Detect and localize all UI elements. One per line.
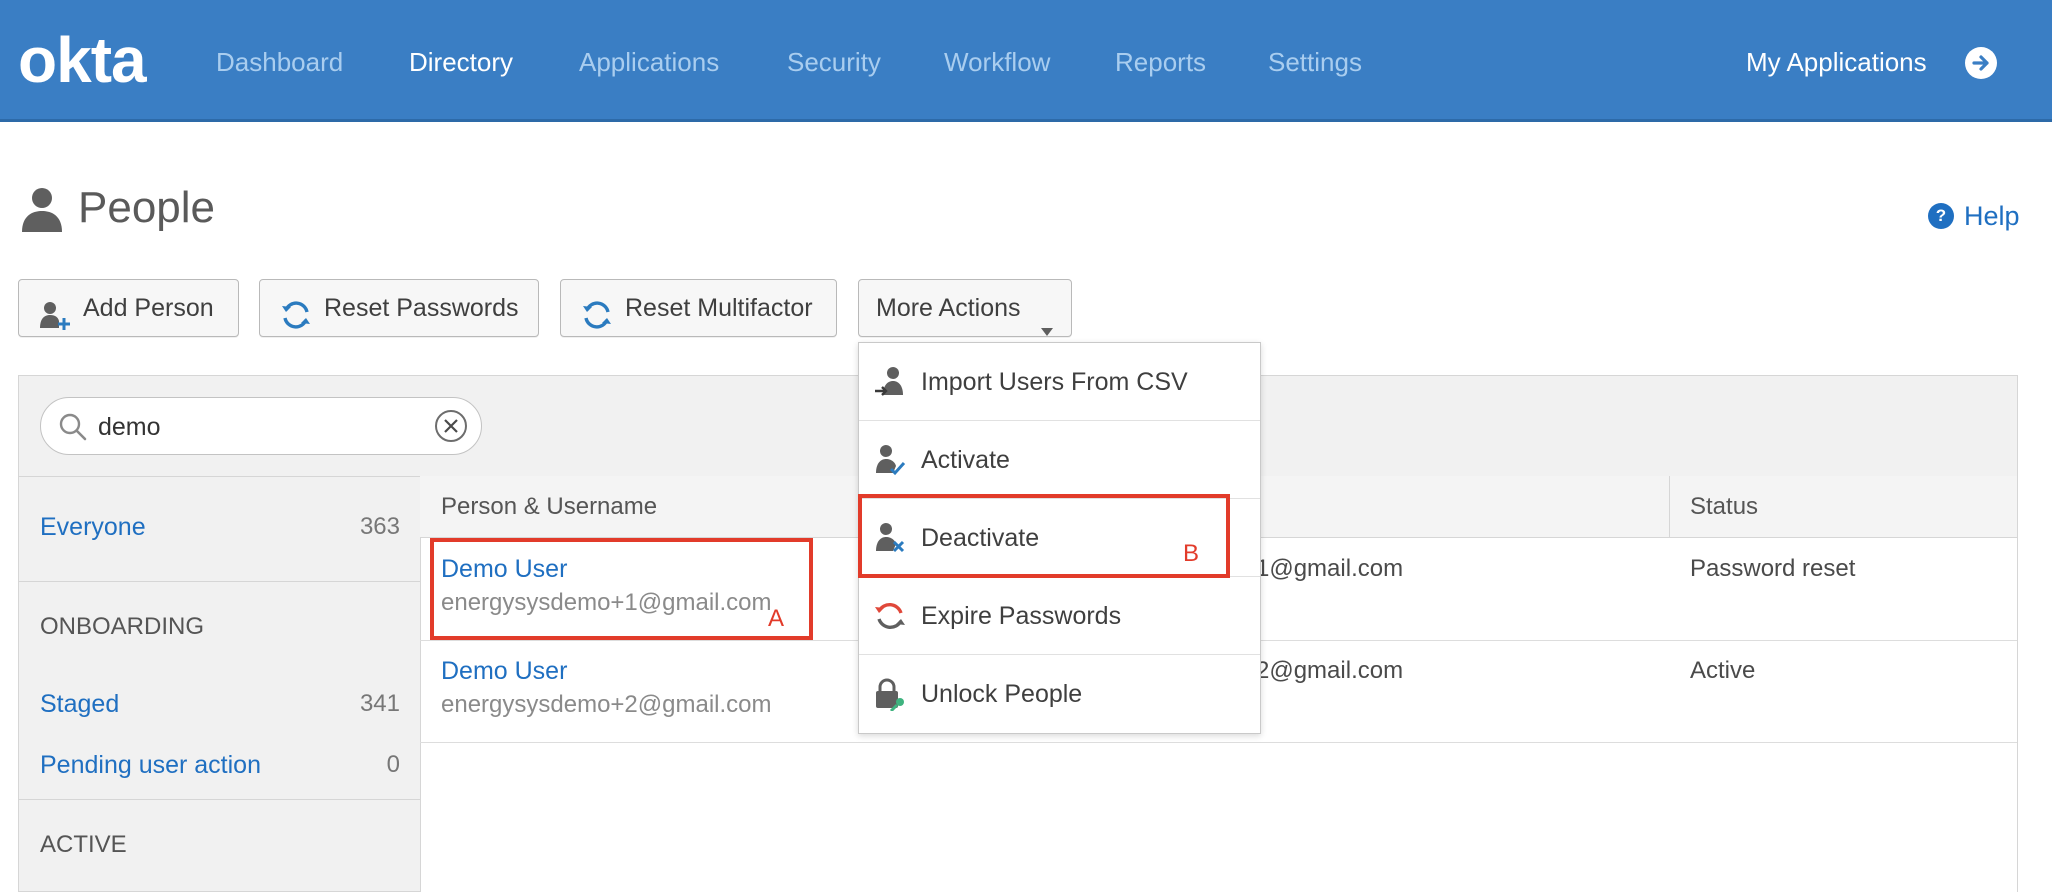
caret-down-icon [1039, 302, 1055, 336]
nav-dashboard[interactable]: Dashboard [216, 44, 343, 80]
sidebar-heading-active: ACTIVE [40, 831, 127, 858]
more-actions-button[interactable]: More Actions [858, 279, 1072, 337]
arrow-right-circle-icon[interactable] [1965, 47, 1997, 79]
annotation-label-b: B [1183, 540, 1200, 567]
column-divider [1669, 476, 1670, 538]
refresh-icon [280, 294, 312, 329]
annotation-box-b [858, 494, 1230, 578]
nav-security[interactable]: Security [787, 44, 881, 80]
nav-workflow[interactable]: Workflow [944, 44, 1050, 80]
unlock-icon [873, 677, 907, 713]
annotation-box-a [430, 538, 813, 640]
okta-logo[interactable]: okta [18, 24, 147, 96]
row-2-username: energysysdemo+2@gmail.com [441, 691, 772, 718]
reset-passwords-label: Reset Passwords [324, 294, 519, 322]
menu-item-unlock-people[interactable]: Unlock People [859, 655, 1260, 733]
reset-multifactor-button[interactable]: Reset Multifactor [560, 279, 837, 337]
nav-directory[interactable]: Directory [409, 44, 513, 80]
sidebar-divider [18, 581, 420, 582]
search-input[interactable] [96, 409, 420, 445]
sidebar-divider [18, 476, 420, 477]
menu-item-expire-passwords[interactable]: Expire Passwords [859, 577, 1260, 655]
menu-item-label: Unlock People [921, 680, 1083, 708]
row-divider [420, 742, 2017, 743]
sidebar-item-everyone[interactable]: Everyone [40, 511, 146, 543]
row-2-status: Active [1690, 657, 1756, 684]
sidebar-count-everyone: 363 [359, 513, 400, 540]
refresh-icon [873, 599, 907, 633]
more-actions-label: More Actions [876, 294, 1021, 322]
row-1-status: Password reset [1690, 555, 1856, 582]
sidebar-count-pending: 0 [386, 751, 400, 778]
sidebar-item-staged[interactable]: Staged [40, 688, 119, 720]
menu-item-label: Expire Passwords [921, 602, 1122, 630]
add-person-icon [39, 294, 71, 330]
add-person-label: Add Person [83, 294, 214, 322]
menu-item-label: Activate [921, 446, 1010, 474]
annotation-label-a: A [768, 605, 785, 632]
nav-applications[interactable]: Applications [579, 44, 719, 80]
menu-item-import-users-from-csv[interactable]: Import Users From CSV [859, 343, 1260, 421]
my-applications-link[interactable]: My Applications [1746, 44, 1927, 80]
add-person-button[interactable]: Add Person [18, 279, 239, 337]
activate-user-icon [873, 443, 907, 477]
person-icon [20, 186, 64, 232]
sidebar-divider [18, 799, 420, 800]
menu-item-label: Import Users From CSV [921, 368, 1188, 396]
nav-settings[interactable]: Settings [1268, 44, 1362, 80]
page-title: People [78, 183, 216, 232]
menu-item-activate[interactable]: Activate [859, 421, 1260, 499]
reset-passwords-button[interactable]: Reset Passwords [259, 279, 539, 337]
clear-icon[interactable] [434, 409, 468, 443]
help-link[interactable]: Help [1964, 198, 2020, 234]
sidebar-item-pending-user-action[interactable]: Pending user action [40, 749, 261, 781]
row-2-email: 2@gmail.com [1256, 657, 1404, 684]
column-header-person-username[interactable]: Person & Username [441, 491, 657, 523]
question-circle-icon[interactable]: ? [1928, 203, 1954, 229]
search-icon [58, 412, 88, 442]
column-header-status[interactable]: Status [1690, 491, 1758, 523]
sidebar-heading-onboarding: ONBOARDING [40, 613, 205, 640]
row-2-person-name[interactable]: Demo User [441, 655, 567, 687]
refresh-icon [581, 294, 613, 329]
nav-reports[interactable]: Reports [1115, 44, 1206, 80]
reset-multifactor-label: Reset Multifactor [625, 294, 813, 322]
row-1-email: 1@gmail.com [1256, 555, 1404, 582]
import-user-icon [873, 365, 907, 399]
sidebar-count-staged: 341 [359, 690, 400, 717]
